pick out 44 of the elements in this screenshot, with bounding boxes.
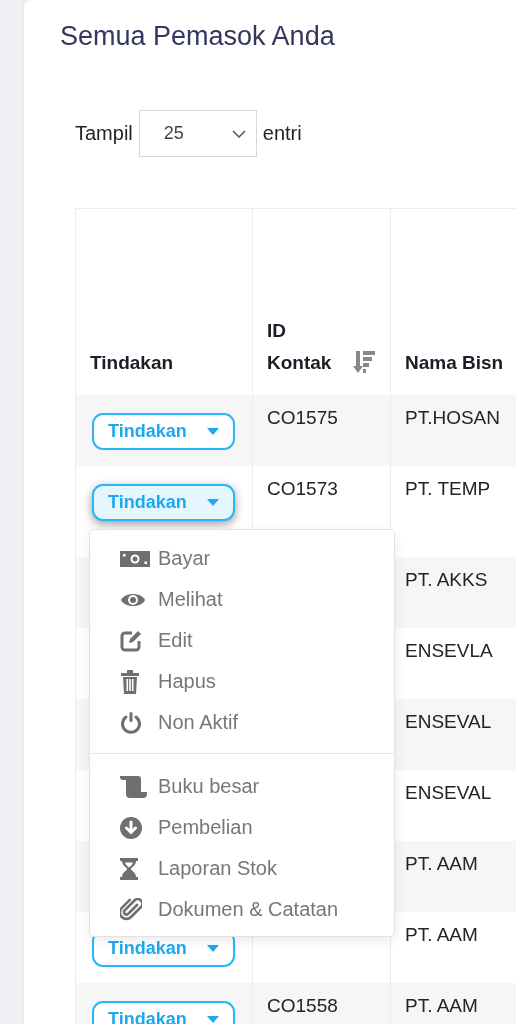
caret-icon: [206, 945, 219, 952]
menu-item[interactable]: Non Aktif: [120, 702, 394, 743]
action-dropdown-button[interactable]: Tindakan: [92, 413, 235, 450]
trash-icon: [120, 669, 140, 694]
menu-item[interactable]: Dokumen & Catatan: [120, 889, 394, 930]
scroll-icon: [120, 775, 148, 798]
action-dropdown-button[interactable]: Tindakan: [92, 484, 235, 521]
menu-item[interactable]: Laporan Stok: [120, 848, 394, 889]
business-name: PT. AAM: [405, 995, 478, 1016]
column-header[interactable]: Tindakan: [90, 347, 174, 379]
caret-icon: [206, 499, 219, 506]
business-name: PT. AKKS: [405, 569, 488, 590]
business-name: ENSEVLA: [405, 640, 493, 661]
edit-icon: [120, 629, 142, 652]
contact-id: CO1575: [267, 407, 338, 428]
arrow-down-circle-icon: [120, 816, 142, 839]
business-name: ENSEVAL: [405, 782, 492, 803]
entries-select[interactable]: 25: [138, 110, 257, 157]
chevron-down-icon: [231, 129, 246, 138]
paperclip-icon: [120, 897, 142, 922]
menu-item[interactable]: Pembelian: [120, 807, 394, 848]
hourglass-icon: [120, 857, 138, 880]
business-name: PT. AAM: [405, 853, 478, 874]
column-header[interactable]: Nama Bisn: [405, 347, 504, 379]
show-label: Tampil: [75, 122, 133, 145]
contact-id: CO1573: [267, 478, 338, 499]
business-name: PT. TEMP: [405, 478, 491, 499]
caret-icon: [206, 428, 219, 435]
menu-item[interactable]: Melihat: [120, 579, 394, 620]
power-icon: [120, 711, 142, 734]
entries-label: entri: [262, 122, 302, 145]
menu-item[interactable]: Edit: [120, 620, 394, 661]
menu-item[interactable]: Bayar: [120, 538, 394, 579]
money-icon: [120, 549, 150, 568]
business-name: ENSEVAL: [405, 711, 492, 732]
menu-item[interactable]: Hapus: [120, 661, 394, 702]
caret-icon: [206, 1016, 219, 1023]
menu-item[interactable]: Buku besar: [120, 766, 394, 807]
column-header[interactable]: ID Kontak: [267, 315, 343, 379]
business-name: PT.HOSAN: [405, 407, 501, 428]
business-name: PT. AAM: [405, 924, 478, 945]
page-title: Semua Pemasok Anda: [59, 20, 336, 52]
sort-descending-icon: [353, 351, 375, 373]
contact-id: CO1558: [267, 995, 338, 1016]
